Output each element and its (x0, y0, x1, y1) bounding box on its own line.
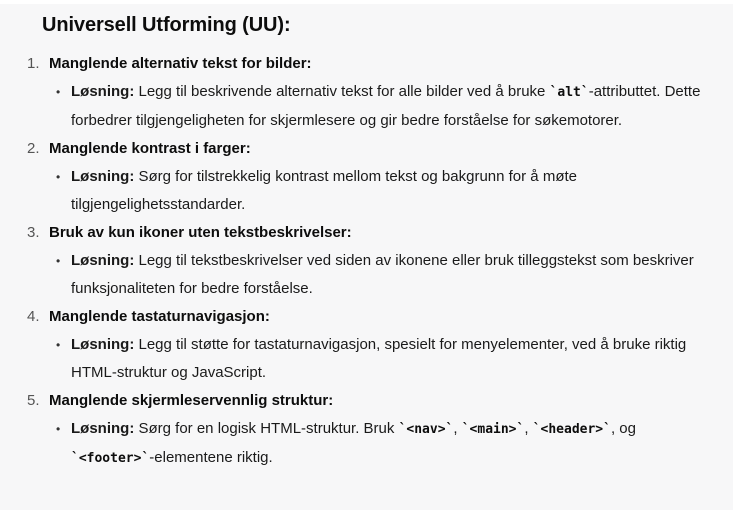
issues-list: 1. Manglende alternativ tekst for bilder… (0, 50, 733, 473)
issue-title-text: Manglende skjermleservennlig struktur: (49, 392, 334, 409)
list-item: 5. Manglende skjermleservennlig struktur… (0, 387, 733, 473)
issue-title: 1. Manglende alternativ tekst for bilder… (0, 50, 733, 78)
bullet-icon: • (56, 338, 61, 352)
solution-item: • Løsning: Sørg for tilstrekkelig kontra… (0, 163, 733, 219)
solution-label: Løsning: (71, 336, 135, 353)
bullet-icon: • (56, 422, 61, 436)
solution-item: • Løsning: Legg til støtte for tastaturn… (0, 331, 733, 387)
list-number: 3. (27, 224, 40, 241)
separator-text: , og (610, 420, 636, 437)
solution-text: -elementene riktig. (149, 449, 273, 466)
solution-label: Løsning: (71, 420, 135, 437)
section-heading: Universell Utforming (UU): (42, 14, 291, 36)
issue-title-text: Manglende kontrast i farger: (49, 140, 251, 157)
issue-title-text: Bruk av kun ikoner uten tekstbeskrivelse… (49, 224, 352, 241)
solution-label: Løsning: (71, 83, 135, 100)
list-item: 3. Bruk av kun ikoner uten tekstbeskrive… (0, 219, 733, 303)
solution-item: • Løsning: Sørg for en logisk HTML-struk… (0, 415, 733, 473)
bullet-icon: • (56, 170, 61, 184)
list-number: 2. (27, 140, 40, 157)
inline-code: `<main>` (461, 422, 525, 437)
solution-text: Legg til beskrivende alternativ tekst fo… (134, 83, 550, 100)
chat-response-panel: Universell Utforming (UU): 1. Manglende … (0, 0, 733, 510)
list-number: 5. (27, 392, 40, 409)
list-item: 4. Manglende tastaturnavigasjon: • Løsni… (0, 303, 733, 387)
issue-title: 2. Manglende kontrast i farger: (0, 135, 733, 163)
bullet-icon: • (56, 254, 61, 268)
issue-title-text: Manglende tastaturnavigasjon: (49, 308, 270, 325)
solution-label: Løsning: (71, 168, 135, 185)
inline-code: `<header>` (532, 422, 611, 437)
top-divider (0, 0, 733, 4)
list-number: 4. (27, 308, 40, 325)
issue-title-text: Manglende alternativ tekst for bilder: (49, 55, 312, 72)
issue-title: 3. Bruk av kun ikoner uten tekstbeskrive… (0, 219, 733, 247)
bullet-icon: • (56, 85, 61, 99)
separator-text: , (453, 420, 462, 437)
list-number: 1. (27, 55, 40, 72)
solution-text: Legg til tekstbeskrivelser ved siden av … (71, 252, 694, 297)
solution-label: Løsning: (71, 252, 135, 269)
list-item: 2. Manglende kontrast i farger: • Løsnin… (0, 135, 733, 219)
inline-code: `<footer>` (71, 451, 150, 466)
solution-text: Legg til støtte for tastaturnavigasjon, … (71, 336, 687, 381)
inline-code: `<nav>` (398, 422, 454, 437)
separator-text: , (524, 420, 533, 437)
solution-text: Sørg for tilstrekkelig kontrast mellom t… (71, 168, 577, 213)
solution-item: • Løsning: Legg til beskrivende alternat… (0, 78, 733, 135)
issue-title: 4. Manglende tastaturnavigasjon: (0, 303, 733, 331)
solution-text: Sørg for en logisk HTML-struktur. Bruk (134, 420, 399, 437)
solution-item: • Løsning: Legg til tekstbeskrivelser ve… (0, 247, 733, 303)
list-item: 1. Manglende alternativ tekst for bilder… (0, 50, 733, 135)
inline-code: `alt` (549, 85, 589, 100)
issue-title: 5. Manglende skjermleservennlig struktur… (0, 387, 733, 415)
